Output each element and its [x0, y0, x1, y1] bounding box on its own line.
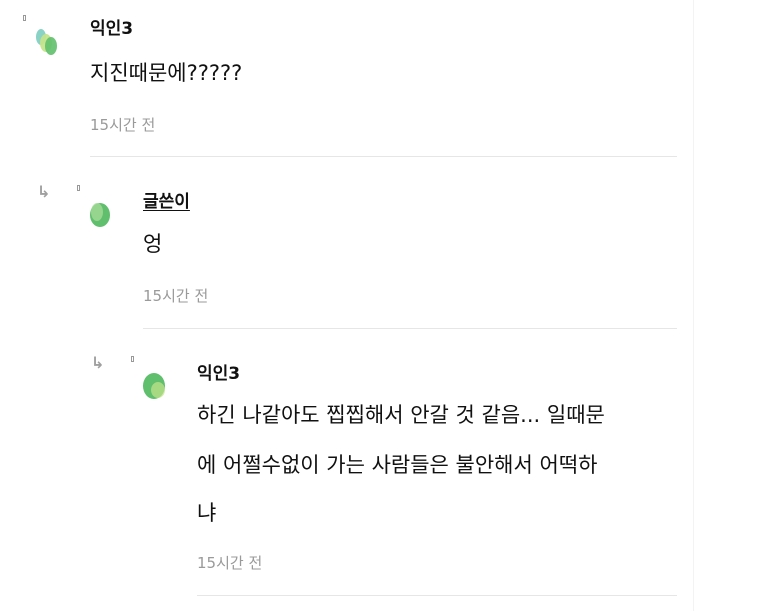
- reply-arrow-icon: ↳: [91, 353, 105, 372]
- comment-body-line: 하긴 나같아도 찝찝해서 안갈 것 같음... 일때문: [197, 403, 605, 427]
- comment-divider: [197, 595, 677, 596]
- comment-timestamp: 15시간 전: [197, 554, 263, 572]
- comment-body-line: 냐: [197, 501, 217, 525]
- comment-marker-icon: [131, 356, 134, 362]
- comment-author[interactable]: 익인3: [197, 359, 240, 384]
- avatar-icon: [143, 373, 165, 399]
- comment-body-line: 에 어쩔수없이 가는 사람들은 불안해서 어떡하: [197, 453, 598, 477]
- reply-comment-item: ↳ 익인3 하긴 나같아도 찝찝해서 안갈 것 같음... 일때문 에 어쩔수없…: [0, 0, 779, 611]
